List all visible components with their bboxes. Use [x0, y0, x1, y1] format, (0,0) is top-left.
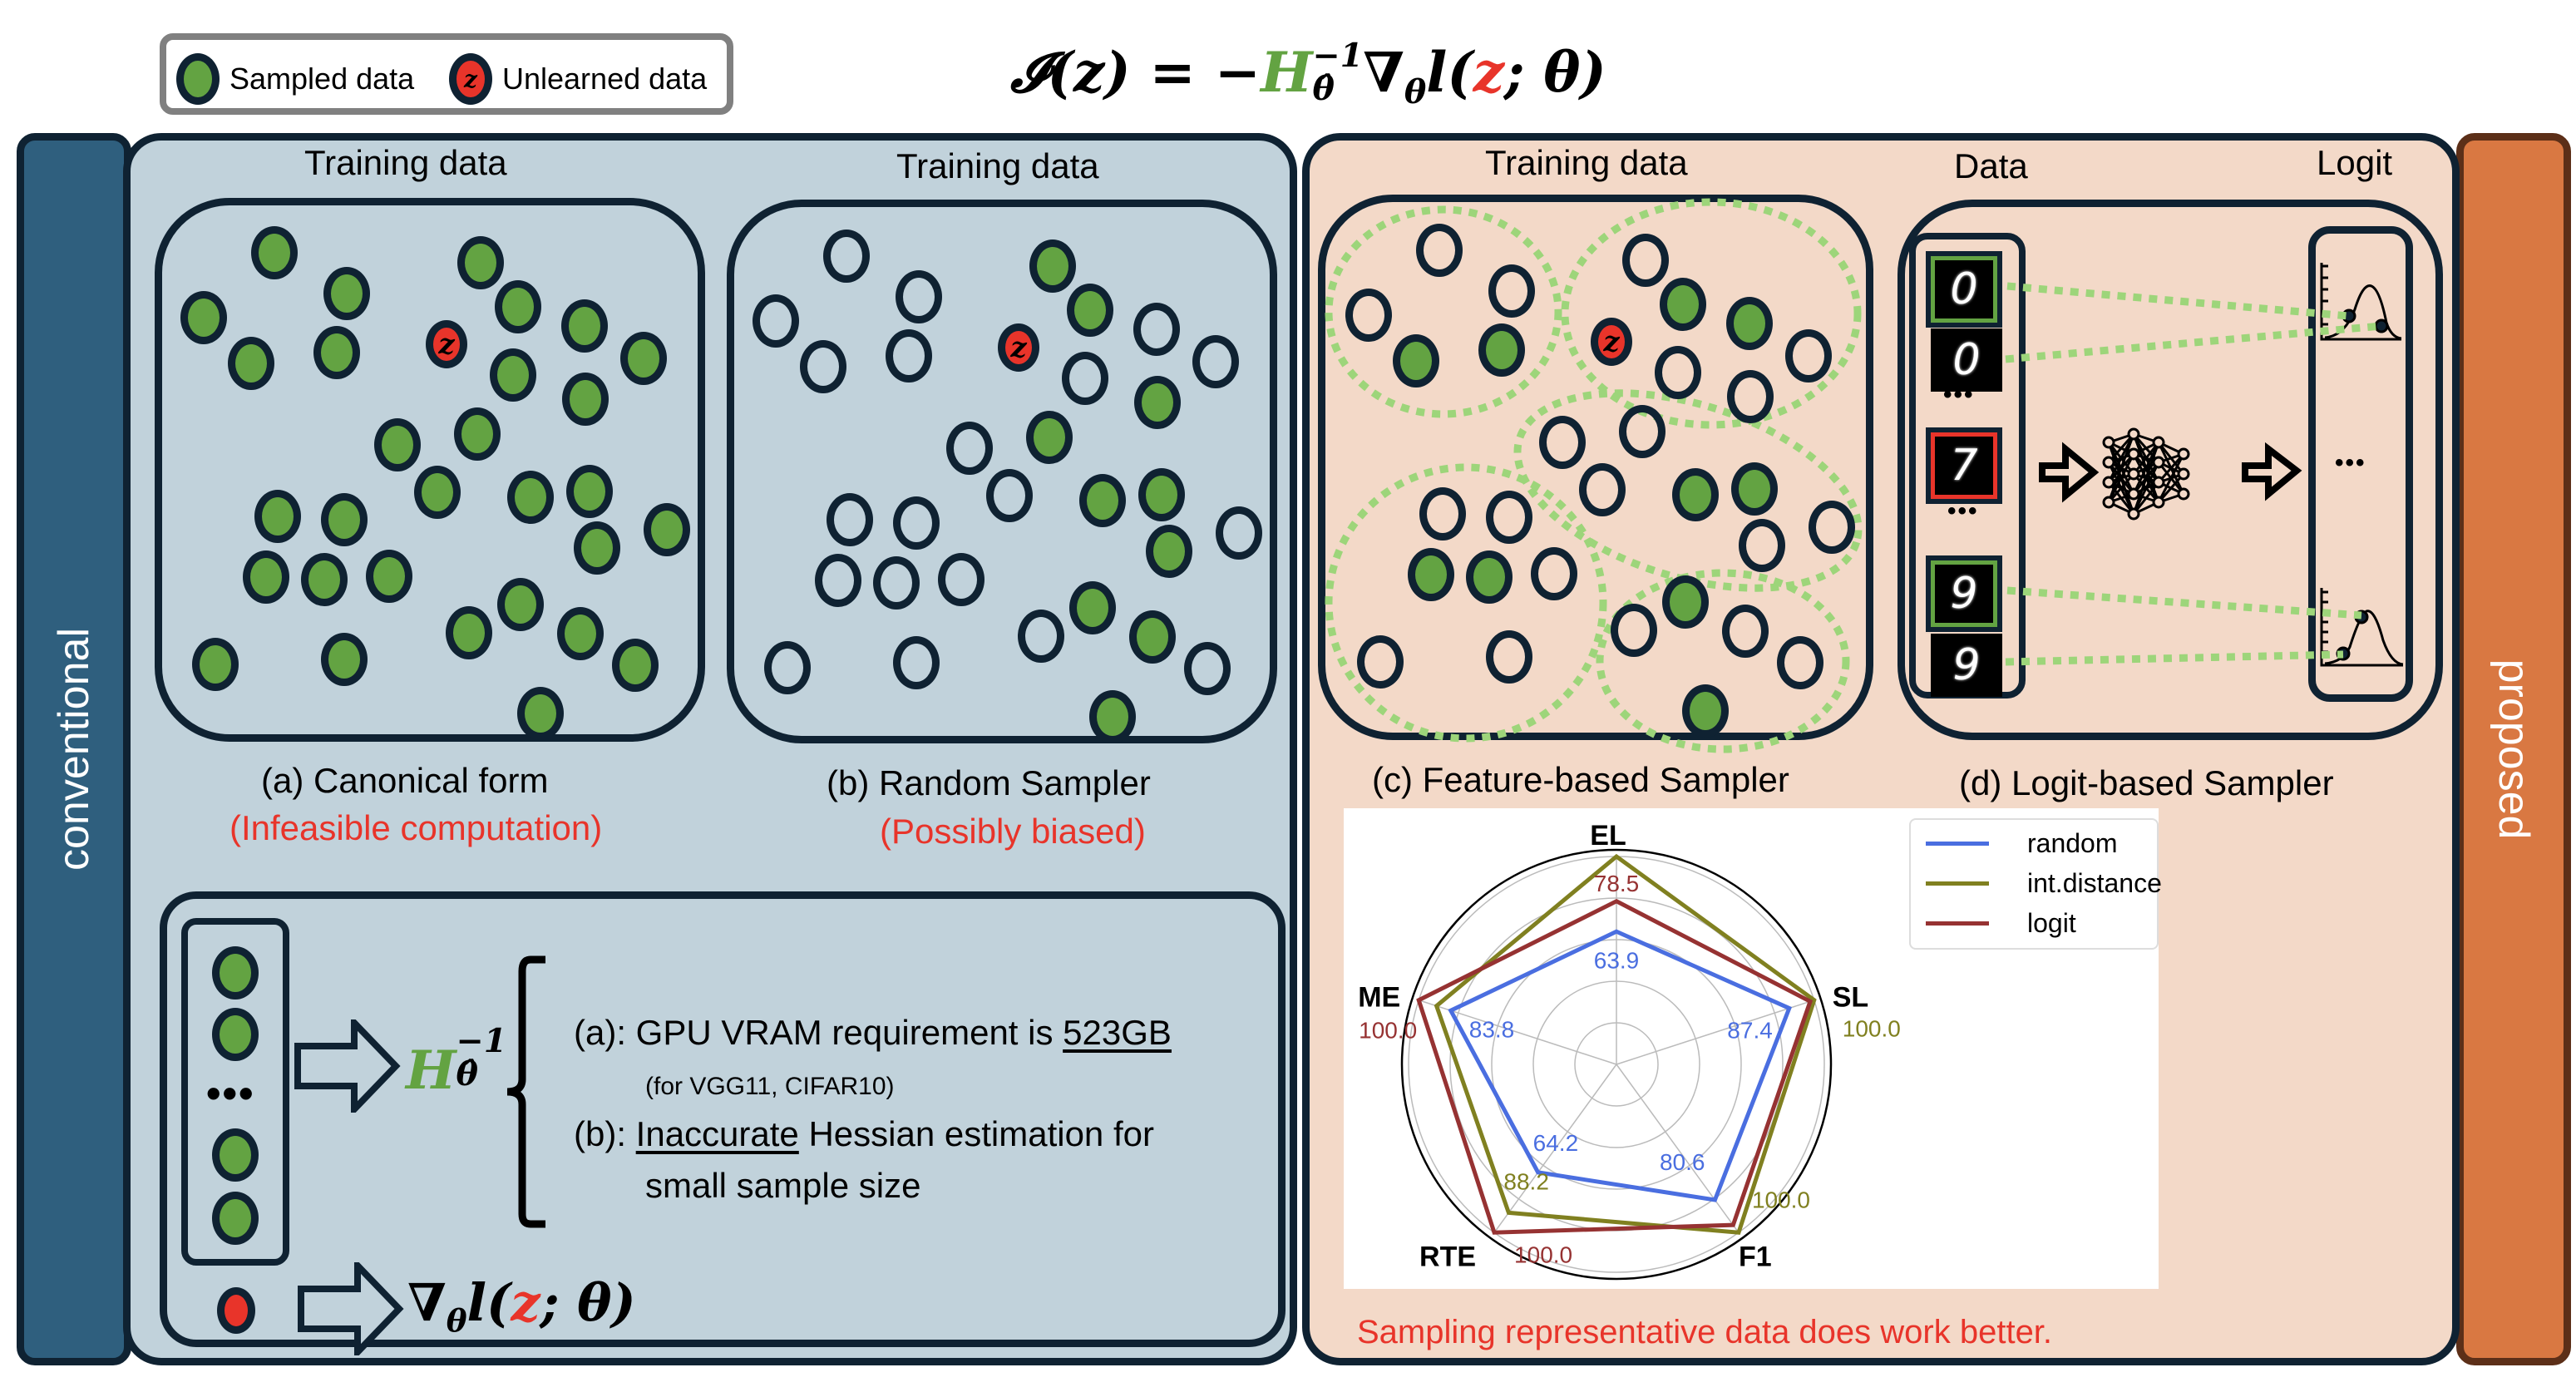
value-label: 83.8 [1469, 1016, 1515, 1042]
value-label: 100.0 [1514, 1242, 1572, 1267]
chart-legend: random int.distance logit [1909, 818, 2162, 950]
nn-node [2152, 476, 2165, 489]
legend-entry-logit: logit [1926, 908, 2076, 939]
arrow-right-icon [2039, 442, 2100, 503]
nn-node [2152, 456, 2165, 469]
axis-label-ME: ME [1358, 982, 1400, 1014]
legend-label: logit [2027, 908, 2076, 938]
arrow-right-icon [2242, 442, 2302, 501]
value-label: 88.2 [1503, 1168, 1549, 1194]
value-label: 78.5 [1594, 871, 1640, 896]
legend-swatch [1926, 842, 1989, 846]
nn-node [2102, 456, 2115, 469]
nn-node [2152, 436, 2165, 449]
value-label: 100.0 [1359, 1018, 1417, 1044]
nn-node [2177, 487, 2190, 501]
nn-node [2127, 507, 2140, 521]
legend-label: int.distance [2027, 868, 2162, 898]
nn-node [2127, 427, 2140, 441]
radar-chart: EL SL F1 RTE ME 100.0 78.5 63.9 87.4 100.0 80.6 100… [1344, 808, 2162, 1289]
nn-node [2177, 447, 2190, 461]
conclusion-text: Sampling representative data does work b… [1357, 1314, 2053, 1350]
figure: Sampled data z Unlearned data 𝓘(z) = −H −… [0, 0, 2576, 1397]
nn-node [2127, 447, 2140, 461]
axis-label-F1: F1 [1739, 1241, 1772, 1272]
nn-node [2152, 496, 2165, 509]
nn-node [2102, 496, 2115, 509]
legend-swatch [1926, 921, 1989, 926]
legend-entry-random: random [1926, 828, 2118, 859]
axis-label-RTE: RTE [1419, 1241, 1476, 1272]
nn-node [2127, 487, 2140, 501]
nn-node [2102, 476, 2115, 489]
value-label: 63.9 [1594, 947, 1640, 973]
axis-label-SL: SL [1833, 982, 1868, 1014]
grid-spoke [1616, 1000, 1814, 1065]
nn-node [2127, 467, 2140, 481]
neural-network-icon [2102, 427, 2190, 521]
legend-entry-int-distance: int.distance [1926, 868, 2162, 899]
logit-distribution-icon [2320, 263, 2402, 341]
value-label: 100.0 [1843, 1016, 1901, 1042]
value-label: 80.6 [1660, 1149, 1705, 1175]
logit-diagram [2005, 263, 2404, 667]
value-label: 64.2 [1533, 1130, 1579, 1156]
legend-swatch [1926, 881, 1989, 886]
value-label: 100.0 [1752, 1187, 1810, 1212]
axis-label-EL: EL [1590, 820, 1626, 852]
value-label: 87.4 [1727, 1017, 1773, 1043]
nn-node [2177, 467, 2190, 481]
legend-label: random [2027, 828, 2118, 858]
nn-node [2102, 436, 2115, 449]
logit-distribution-icon [2320, 588, 2404, 667]
